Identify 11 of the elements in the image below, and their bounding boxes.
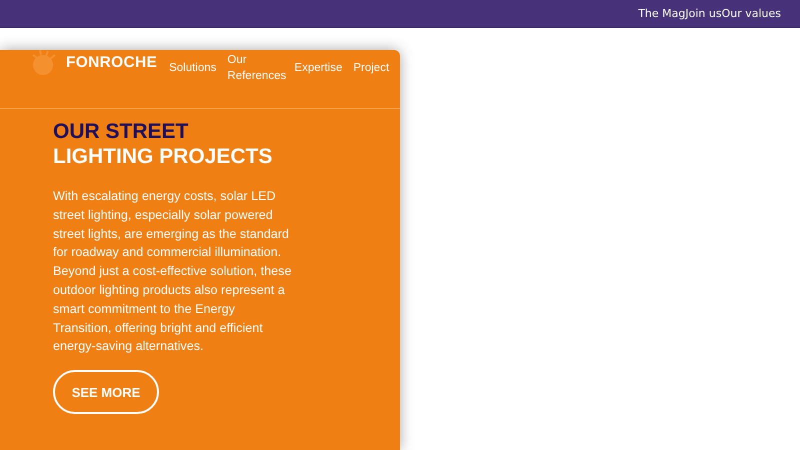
brand-logo[interactable]: FONROCHE [66, 54, 158, 72]
top-link[interactable]: Our values [722, 7, 781, 20]
top-link[interactable]: The Mag [638, 7, 686, 20]
section-heading: OUR STREET LIGHTING PROJECTS [53, 119, 274, 169]
see-more-button[interactable]: SEE MORE [53, 370, 159, 414]
top-link[interactable]: Join us [685, 7, 722, 20]
nav-link[interactable]: Our References [227, 52, 284, 84]
description-text: With escalating energy costs, solar LED street lighting, especially solar powered street lights, are emerging as the standard for roadway and commercial illumination. Beyond just a cost-effective solution, these outdoor lighting products also represent a smart commitment to the Energy Transition, offering bright and efficient energy-saving alternatives. [53, 188, 292, 356]
nav-link[interactable]: Solutions [169, 60, 216, 76]
nav-link[interactable]: Project [353, 60, 390, 76]
nav-link[interactable]: Expertise [294, 60, 342, 76]
